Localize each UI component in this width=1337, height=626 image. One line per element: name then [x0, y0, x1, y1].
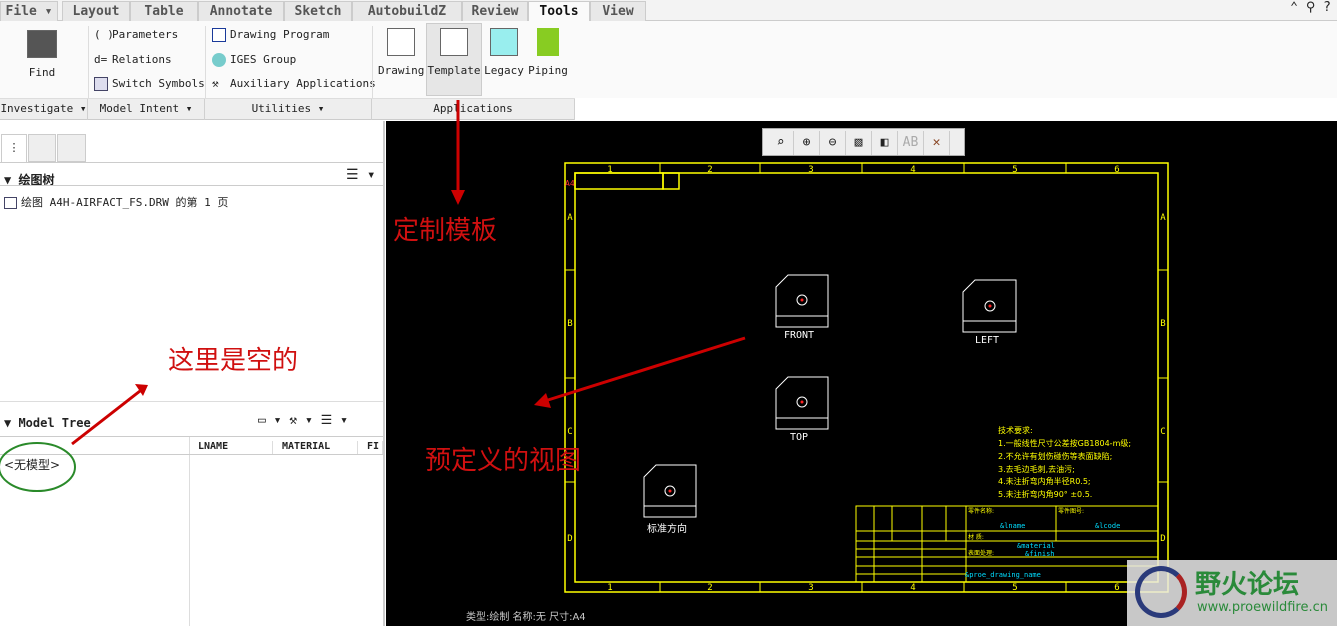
- col-label: 5: [1012, 583, 1017, 593]
- row-label: C: [567, 427, 572, 437]
- watermark: 野火论坛 www.proewildfire.cn: [1127, 560, 1337, 626]
- sheet-size: A4: [565, 179, 575, 188]
- col-label: 6: [1114, 583, 1119, 593]
- view-label-front: FRONT: [783, 330, 815, 341]
- col-label: 1: [607, 583, 612, 593]
- note-line: 2.不允许有划伤碰伤等表面缺陷;: [998, 451, 1112, 461]
- col-label: 1: [607, 165, 612, 175]
- col-label: 6: [1114, 165, 1119, 175]
- col-label: 5: [1012, 165, 1017, 175]
- col-label: 3: [808, 165, 813, 175]
- view-label-left: LEFT: [974, 335, 1000, 346]
- finish-label: 表面处理:: [968, 549, 994, 557]
- highlight-circle: [0, 442, 76, 492]
- material-param: &material: [1017, 542, 1055, 550]
- watermark-url: www.proewildfire.cn: [1197, 600, 1328, 615]
- view-label-standard: 标准方向: [647, 524, 687, 535]
- status-text: 类型:绘制 名称:无 尺寸:A4: [466, 610, 586, 623]
- watermark-name: 野火论坛: [1195, 570, 1300, 600]
- row-label: C: [1160, 427, 1165, 437]
- row-label: B: [567, 319, 572, 329]
- note-line: 3.去毛边毛刺,去油污;: [998, 464, 1075, 474]
- col-label: 2: [707, 165, 712, 175]
- finish-param: &finish: [1025, 550, 1055, 558]
- name-label: 零件名称:: [968, 507, 994, 515]
- view-label-top: TOP: [789, 432, 809, 443]
- note-line: 1.一般线性尺寸公差按GB1804-m级;: [998, 438, 1131, 448]
- row-label: D: [1160, 534, 1165, 544]
- view-symbols: [643, 274, 1017, 518]
- col-label: 4: [910, 583, 915, 593]
- row-label: D: [567, 534, 572, 544]
- annotation-empty: 这里是空的: [168, 346, 299, 376]
- row-label: A: [567, 213, 573, 223]
- lcode-param: &lcode: [1095, 522, 1120, 530]
- code-label: 零件图号:: [1058, 507, 1084, 515]
- row-label: B: [1160, 319, 1165, 329]
- note-line: 4.未注折弯内角半径R0.5;: [998, 476, 1091, 486]
- col-label: 2: [707, 583, 712, 593]
- note-line: 技术要求:: [998, 425, 1033, 435]
- drawing-name-param: &proe_drawing_name: [965, 571, 1041, 579]
- material-label: 材 质:: [968, 533, 984, 541]
- lname-param: &lname: [1000, 522, 1025, 530]
- row-label: A: [1160, 213, 1166, 223]
- col-label: 4: [910, 165, 915, 175]
- annotation-template: 定制模板: [393, 216, 498, 246]
- annotation-arrows: [71, 100, 746, 446]
- watermark-logo-icon: [1135, 566, 1187, 618]
- annotation-views: 预定义的视图: [425, 446, 582, 476]
- col-label: 3: [808, 583, 813, 593]
- note-line: 5.未注折弯内角90° ±0.5.: [998, 489, 1092, 499]
